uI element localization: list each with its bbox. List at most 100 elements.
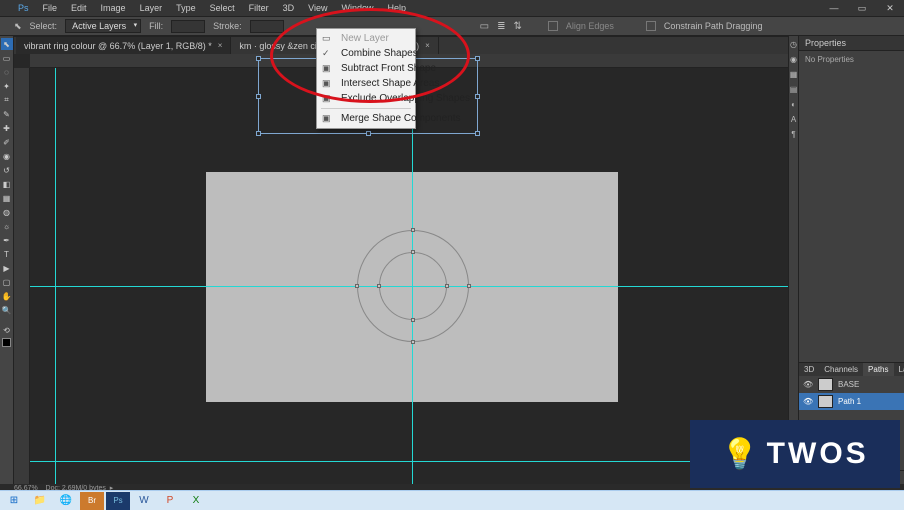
menu-help[interactable]: Help <box>388 3 407 13</box>
pathops-icon[interactable]: ▭ <box>480 21 489 32</box>
start-button[interactable]: ⊞ <box>2 492 26 510</box>
swap-colors-icon[interactable]: ⟲ <box>1 324 13 336</box>
anchor-point[interactable] <box>411 340 415 344</box>
menu-layer[interactable]: Layer <box>140 3 163 13</box>
anchor-point[interactable] <box>411 318 415 322</box>
wand-tool[interactable]: ✦ <box>1 80 13 92</box>
menu-merge-shape-components[interactable]: ▣Merge Shape Components <box>317 111 415 126</box>
guide-horizontal[interactable] <box>30 461 788 462</box>
menu-filter[interactable]: Filter <box>249 3 269 13</box>
menu-type[interactable]: Type <box>176 3 196 13</box>
maximize-button[interactable]: ▭ <box>848 0 876 16</box>
foreground-color[interactable] <box>2 338 11 347</box>
swatches-icon[interactable]: ▦ <box>790 70 798 79</box>
menu-file[interactable]: File <box>43 3 58 13</box>
close-button[interactable]: ✕ <box>876 0 904 16</box>
menu-3d[interactable]: 3D <box>283 3 295 13</box>
paragraph-icon[interactable]: ¶ <box>791 130 795 139</box>
path-row[interactable]: 👁 Path 1 <box>799 393 904 410</box>
tools-panel: ⬉ ▭ ◌ ✦ ⌗ ✎ ✚ ✐ ◉ ↺ ◧ ▦ ◍ ☼ ✒ T ▶ ▢ ✋ 🔍 … <box>0 36 14 484</box>
menu-window[interactable]: Window <box>341 3 373 13</box>
history-brush-tool[interactable]: ↺ <box>1 164 13 176</box>
anchor-point[interactable] <box>377 284 381 288</box>
path-select-tool[interactable]: ▶ <box>1 262 13 274</box>
transform-handle[interactable] <box>475 131 480 136</box>
ruler-vertical[interactable] <box>14 68 30 484</box>
select-mode-dropdown[interactable]: Active Layers <box>65 19 141 33</box>
dodge-tool[interactable]: ☼ <box>1 220 13 232</box>
close-icon[interactable]: × <box>425 41 430 50</box>
minimize-button[interactable]: — <box>820 0 848 16</box>
tab-channels[interactable]: Channels <box>819 363 863 376</box>
arrange-icon[interactable]: ⇅ <box>513 21 521 32</box>
blur-tool[interactable]: ◍ <box>1 206 13 218</box>
heal-tool[interactable]: ✚ <box>1 122 13 134</box>
ellipse-path-inner[interactable] <box>379 252 447 320</box>
menu-exclude-overlapping-shapes[interactable]: ▣Exclude Overlapping Shapes <box>317 91 415 106</box>
menu-combine-shapes[interactable]: ✓Combine Shapes <box>317 46 415 61</box>
anchor-point[interactable] <box>445 284 449 288</box>
anchor-point[interactable] <box>467 284 471 288</box>
eraser-tool[interactable]: ◧ <box>1 178 13 190</box>
menu-bar: Ps File Edit Image Layer Type Select Fil… <box>0 0 904 16</box>
stroke-swatch[interactable] <box>250 20 284 33</box>
menu-view[interactable]: View <box>308 3 327 13</box>
taskbar-app[interactable]: Ps <box>106 492 130 510</box>
ps-logo: Ps <box>18 3 29 13</box>
lasso-tool[interactable]: ◌ <box>1 66 13 78</box>
menu-intersect-shape-areas[interactable]: ▣Intersect Shape Areas <box>317 76 415 91</box>
menu-image[interactable]: Image <box>101 3 126 13</box>
shape-tool[interactable]: ▢ <box>1 276 13 288</box>
history-icon[interactable]: ◷ <box>790 40 797 49</box>
marquee-tool[interactable]: ▭ <box>1 52 13 64</box>
document-tab-active[interactable]: vibrant ring colour @ 66.7% (Layer 1, RG… <box>16 37 231 54</box>
properties-tab[interactable]: Properties <box>799 36 904 51</box>
transform-handle[interactable] <box>366 131 371 136</box>
align-edges-checkbox[interactable] <box>548 21 558 31</box>
anchor-point[interactable] <box>355 284 359 288</box>
transform-handle[interactable] <box>256 131 261 136</box>
hand-tool[interactable]: ✋ <box>1 290 13 302</box>
anchor-point[interactable] <box>411 228 415 232</box>
guide-vertical[interactable] <box>55 68 56 484</box>
eyedropper-tool[interactable]: ✎ <box>1 108 13 120</box>
pen-tool[interactable]: ✒ <box>1 234 13 246</box>
move-tool[interactable]: ⬉ <box>1 38 13 50</box>
taskbar-app[interactable]: X <box>184 492 208 510</box>
taskbar-app[interactable]: 🌐 <box>54 492 78 510</box>
menu-edit[interactable]: Edit <box>71 3 87 13</box>
visibility-icon[interactable]: 👁 <box>803 380 813 389</box>
taskbar-app[interactable]: W <box>132 492 156 510</box>
menu-subtract-front-shape[interactable]: ▣Subtract Front Shape <box>317 61 415 76</box>
fill-swatch[interactable] <box>171 20 205 33</box>
tab-layers[interactable]: Layers <box>894 363 904 376</box>
visibility-icon[interactable]: 👁 <box>803 397 813 406</box>
taskbar-app[interactable]: 📁 <box>28 492 52 510</box>
move-tool-icon: ⬉ <box>14 21 22 32</box>
path-row[interactable]: 👁 BASE <box>799 376 904 393</box>
transform-handle[interactable] <box>256 94 261 99</box>
panel-group-tabs: 3D Channels Paths Layers <box>799 363 904 376</box>
adjustments-icon[interactable]: ◐ <box>791 100 796 109</box>
stamp-tool[interactable]: ◉ <box>1 150 13 162</box>
crop-tool[interactable]: ⌗ <box>1 94 13 106</box>
gradient-tool[interactable]: ▦ <box>1 192 13 204</box>
constrain-checkbox[interactable] <box>646 21 656 31</box>
taskbar-app[interactable]: P <box>158 492 182 510</box>
anchor-point[interactable] <box>411 250 415 254</box>
brush-tool[interactable]: ✐ <box>1 136 13 148</box>
taskbar-app[interactable]: Br <box>80 492 104 510</box>
character-icon[interactable]: A <box>791 115 796 124</box>
path-name: BASE <box>838 380 859 389</box>
tab-paths[interactable]: Paths <box>863 363 893 376</box>
libraries-icon[interactable]: ▤ <box>790 85 798 94</box>
watermark-text: TWOS <box>767 437 869 471</box>
color-icon[interactable]: ◉ <box>790 55 797 64</box>
align-icon[interactable]: ≣ <box>497 21 505 32</box>
close-icon[interactable]: × <box>218 41 223 50</box>
tab-3d[interactable]: 3D <box>799 363 819 376</box>
menu-select[interactable]: Select <box>210 3 235 13</box>
transform-handle[interactable] <box>475 94 480 99</box>
type-tool[interactable]: T <box>1 248 13 260</box>
zoom-tool[interactable]: 🔍 <box>1 304 13 316</box>
